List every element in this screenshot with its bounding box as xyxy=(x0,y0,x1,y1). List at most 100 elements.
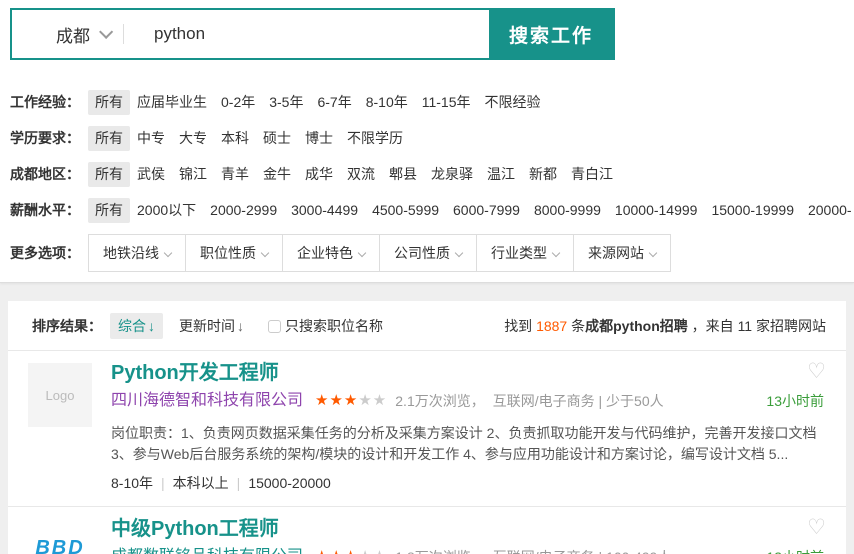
filter-option[interactable]: 8-10年 xyxy=(359,90,415,115)
filter-label: 学历要求： xyxy=(10,129,88,148)
filter-option[interactable]: 4500-5999 xyxy=(365,198,446,223)
filter-option[interactable]: 10000-14999 xyxy=(608,198,705,223)
filter-option[interactable]: 2000以下 xyxy=(130,198,203,223)
filter-option[interactable]: 不限学历 xyxy=(340,126,410,151)
city-label: 成都 xyxy=(56,22,90,47)
city-selector[interactable]: 成都 xyxy=(12,10,123,58)
site-count: 11 xyxy=(738,318,753,334)
filter-option[interactable]: 龙泉驿 xyxy=(424,162,480,187)
separator: | xyxy=(153,475,173,491)
bbd-logo-text: BBD xyxy=(35,537,84,554)
heart-outline-icon[interactable]: ♡ xyxy=(807,517,826,538)
title-only-checkbox-group[interactable]: 只搜索职位名称 xyxy=(268,316,383,336)
industry-size: 互联网/电子商务 | 100-499人 xyxy=(493,547,672,554)
company-link[interactable]: 四川海德智和科技有限公司 xyxy=(111,391,303,411)
summary-prefix: 找到 xyxy=(504,318,536,334)
filter-option[interactable]: 11-15年 xyxy=(415,90,478,115)
dropdown-来源网站[interactable]: 来源网站 xyxy=(573,235,670,271)
search-filter-panel: 成都 搜索工作 工作经验：所有应届毕业生0-2年3-5年6-7年8-10年11-… xyxy=(0,0,854,283)
company-logo[interactable]: Logo xyxy=(28,363,92,427)
filter-option[interactable]: 成华 xyxy=(298,162,340,187)
filter-row-3: 薪酬水平：所有2000以下2000-29993000-44994500-5999… xyxy=(10,194,854,230)
title-only-checkbox[interactable] xyxy=(268,320,281,333)
filter-option[interactable]: 本科 xyxy=(214,126,256,151)
heart-outline-icon[interactable]: ♡ xyxy=(807,361,826,382)
filter-option[interactable]: 博士 xyxy=(298,126,340,151)
chevron-down-icon xyxy=(455,248,463,256)
filter-option[interactable]: 6-7年 xyxy=(310,90,358,115)
filter-label: 成都地区： xyxy=(10,165,88,184)
filter-label: 工作经验： xyxy=(10,93,88,112)
filter-option[interactable]: 中专 xyxy=(130,126,172,151)
filter-option[interactable]: 大专 xyxy=(172,126,214,151)
filter-option[interactable]: 新都 xyxy=(522,162,564,187)
dropdown-公司性质[interactable]: 公司性质 xyxy=(379,235,476,271)
stars-filled: ★★★ xyxy=(315,548,358,554)
filter-option[interactable]: 0-2年 xyxy=(214,90,262,115)
filter-option[interactable]: 不限经验 xyxy=(478,90,548,115)
chevron-down-icon xyxy=(261,248,269,256)
job-meta-row: 四川海德智和科技有限公司 ★★★★★ 2.1万次浏览， 互联网/电子商务 | 少… xyxy=(111,391,826,411)
sort-comprehensive-button[interactable]: 综合↓ xyxy=(110,313,163,339)
requirement-tag: 15000-20000 xyxy=(248,475,331,491)
view-count: 1.8万次浏览， xyxy=(395,547,484,554)
filter-option[interactable]: 青羊 xyxy=(214,162,256,187)
filter-option[interactable]: 青白江 xyxy=(564,162,620,187)
search-bar: 成都 搜索工作 xyxy=(10,8,615,60)
filter-options: 所有中专大专本科硕士博士不限学历 xyxy=(88,129,410,151)
dropdown-label: 企业特色 xyxy=(297,243,353,263)
filter-option[interactable]: 金牛 xyxy=(256,162,298,187)
summary-mid: ，来自 xyxy=(688,318,738,334)
search-input[interactable] xyxy=(124,10,489,58)
filter-label: 薪酬水平： xyxy=(10,201,88,220)
job-title-link[interactable]: Python开发工程师 xyxy=(111,361,279,385)
filter-option[interactable]: 所有 xyxy=(88,198,130,223)
filter-option[interactable]: 武侯 xyxy=(130,162,172,187)
filter-option[interactable]: 锦江 xyxy=(172,162,214,187)
filter-option[interactable]: 双流 xyxy=(340,162,382,187)
dropdown-企业特色[interactable]: 企业特色 xyxy=(282,235,379,271)
sort-down-arrow-icon: ↓ xyxy=(148,318,155,334)
dropdown-行业类型[interactable]: 行业类型 xyxy=(476,235,573,271)
filter-option[interactable]: 温江 xyxy=(480,162,522,187)
chevron-down-icon xyxy=(649,248,657,256)
title-only-checkbox-label: 只搜索职位名称 xyxy=(285,316,383,336)
chevron-down-icon xyxy=(552,248,560,256)
summary-suffix: 家招聘网站 xyxy=(752,318,826,334)
filter-options: 所有武侯锦江青羊金牛成华双流郫县龙泉驿温江新都青白江 xyxy=(88,165,620,187)
filter-option[interactable]: 所有 xyxy=(88,90,130,115)
filter-option[interactable]: 20000- xyxy=(801,198,854,223)
company-logo[interactable]: BBD xyxy=(28,519,92,554)
job-description: 岗位职责：1、负责网页数据采集任务的分析及采集方案设计 2、负责抓取功能开发与代… xyxy=(111,423,826,465)
filter-option[interactable]: 2000-2999 xyxy=(203,198,284,223)
filter-options: 所有应届毕业生0-2年3-5年6-7年8-10年11-15年不限经验 xyxy=(88,93,548,115)
dropdown-地铁沿线[interactable]: 地铁沿线 xyxy=(89,235,185,271)
filter-option[interactable]: 所有 xyxy=(88,126,130,151)
job-card: Logo ♡ Python开发工程师 四川海德智和科技有限公司 ★★★★★ 2.… xyxy=(8,351,846,506)
sort-time-button[interactable]: 更新时间↓ xyxy=(171,313,252,339)
sort-comprehensive-label: 综合 xyxy=(118,318,146,334)
filter-option[interactable]: 应届毕业生 xyxy=(130,90,214,115)
filter-option[interactable]: 6000-7999 xyxy=(446,198,527,223)
filter-option[interactable]: 郫县 xyxy=(382,162,424,187)
dropdown-group: 地铁沿线职位性质企业特色 公司性质行业类型来源网站 xyxy=(88,234,671,272)
filter-option[interactable]: 15000-19999 xyxy=(704,198,801,223)
filter-row-2: 成都地区：所有武侯锦江青羊金牛成华双流郫县龙泉驿温江新都青白江 xyxy=(10,158,854,194)
search-button[interactable]: 搜索工作 xyxy=(489,10,613,58)
dropdown-职位性质[interactable]: 职位性质 xyxy=(185,235,282,271)
chevron-down-icon xyxy=(164,248,172,256)
filter-row-0: 工作经验：所有应届毕业生0-2年3-5年6-7年8-10年11-15年不限经验 xyxy=(10,86,854,122)
requirement-tag: 8-10年 xyxy=(111,475,153,491)
filter-option[interactable]: 硕士 xyxy=(256,126,298,151)
company-link[interactable]: 成都数联铭品科技有限公司 xyxy=(111,547,303,554)
stars-filled: ★★★ xyxy=(315,392,358,409)
job-title-link[interactable]: 中级Python工程师 xyxy=(111,517,279,541)
sort-bar: 排序结果： 综合↓ 更新时间↓ 只搜索职位名称 找到 1887 条成都pytho… xyxy=(8,301,846,351)
posted-time: 13小时前 xyxy=(766,391,826,411)
filter-option[interactable]: 3-5年 xyxy=(262,90,310,115)
filter-option[interactable]: 8000-9999 xyxy=(527,198,608,223)
filter-option[interactable]: 所有 xyxy=(88,162,130,187)
filter-options: 所有2000以下2000-29993000-44994500-59996000-… xyxy=(88,201,854,223)
dropdown-label: 来源网站 xyxy=(588,243,644,263)
filter-option[interactable]: 3000-4499 xyxy=(284,198,365,223)
